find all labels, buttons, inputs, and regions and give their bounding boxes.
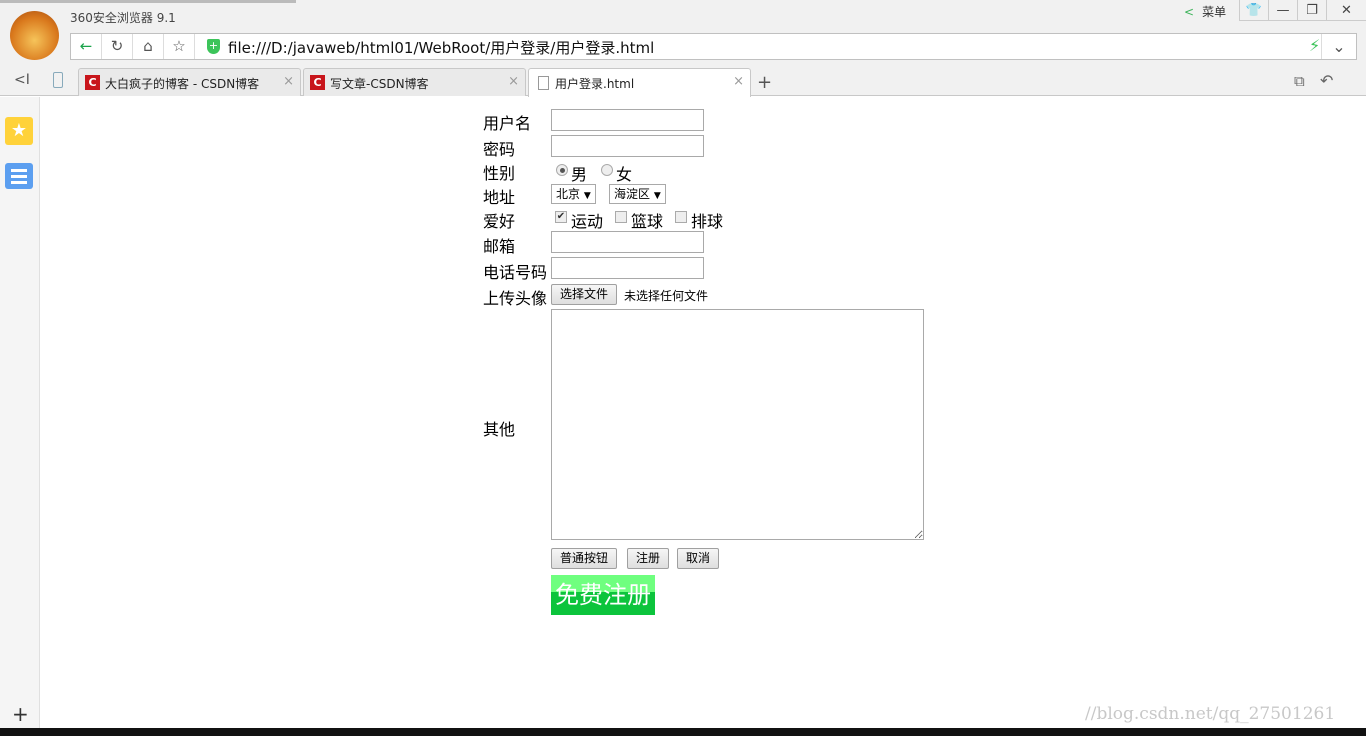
- bookmark-star-icon[interactable]: ☆: [164, 34, 195, 59]
- tab-write-article[interactable]: C 写文章-CSDN博客 ×: [303, 68, 526, 96]
- hobby-sports-label: 运动: [571, 212, 604, 231]
- tab-label: 用户登录.html: [555, 77, 635, 91]
- gender-male-radio[interactable]: [556, 164, 568, 176]
- hobby-label: 爱好: [483, 212, 516, 231]
- tab-csdn-blog[interactable]: C 大白疯子的博客 - CSDN博客 ×: [78, 68, 301, 96]
- window-shadow: [0, 0, 296, 3]
- mobile-icon[interactable]: [53, 72, 63, 88]
- navigation-bar: ← ↻ ⌂ ☆ + file:///D:/javaweb/html01/WebR…: [70, 33, 1357, 60]
- favorites-star-icon[interactable]: ★: [5, 117, 33, 145]
- city-value: 北京: [556, 187, 581, 201]
- cancel-button[interactable]: 取消: [677, 548, 720, 569]
- speed-mode-icon[interactable]: ⚡: [1309, 36, 1320, 55]
- undo-close-icon[interactable]: ↶: [1320, 71, 1333, 90]
- app-title: 360安全浏览器 9.1: [70, 11, 176, 25]
- taskbar: [0, 728, 1366, 736]
- address-label: 地址: [483, 188, 516, 207]
- watermark: //blog.csdn.net/qq_27501261: [1085, 704, 1336, 724]
- username-input[interactable]: [551, 109, 704, 131]
- close-tab-icon[interactable]: ×: [283, 74, 294, 89]
- new-tab-icon[interactable]: +: [757, 72, 772, 93]
- close-tab-icon[interactable]: ×: [508, 74, 519, 89]
- minimize-button[interactable]: —: [1268, 0, 1297, 21]
- reading-list-icon[interactable]: [5, 163, 33, 189]
- csdn-icon: C: [85, 75, 100, 90]
- city-select[interactable]: 北京 ▼: [551, 184, 596, 204]
- gender-female-radio[interactable]: [601, 164, 613, 176]
- password-input[interactable]: [551, 135, 704, 157]
- other-label: 其他: [483, 420, 516, 439]
- username-label: 用户名: [483, 114, 532, 133]
- hobby-basketball-checkbox[interactable]: [615, 211, 627, 223]
- user-avatar[interactable]: [10, 11, 59, 60]
- hobby-volleyball-label: 排球: [691, 212, 724, 231]
- chevron-left-icon: <: [1184, 5, 1195, 19]
- add-sidebar-icon[interactable]: +: [12, 702, 29, 726]
- phone-input[interactable]: [551, 257, 704, 279]
- csdn-icon: C: [310, 75, 325, 90]
- normal-button[interactable]: 普通按钮: [551, 548, 618, 569]
- gender-male-label: 男: [571, 165, 588, 184]
- gender-label: 性别: [483, 164, 516, 183]
- email-input[interactable]: [551, 231, 704, 253]
- menu-button[interactable]: < 菜单: [1184, 3, 1226, 20]
- security-shield-icon: +: [207, 39, 220, 54]
- address-bar[interactable]: file:///D:/javaweb/html01/WebRoot/用户登录/用…: [228, 37, 654, 58]
- tab-list-icon[interactable]: ⧉: [1294, 72, 1305, 90]
- phone-label: 电话号码: [483, 263, 548, 282]
- choose-file-button[interactable]: 选择文件: [551, 284, 618, 305]
- dropdown-arrow-icon: ▼: [583, 191, 591, 201]
- close-button[interactable]: ✕: [1326, 0, 1366, 21]
- reload-icon[interactable]: ↻: [102, 34, 133, 59]
- hobby-basketball-label: 篮球: [631, 212, 664, 231]
- dropdown-arrow-icon: ▼: [653, 191, 661, 201]
- sidebar-toggle-icon[interactable]: <I: [14, 72, 30, 88]
- tab-label: 写文章-CSDN博客: [330, 77, 429, 91]
- back-icon[interactable]: ←: [71, 34, 102, 59]
- close-tab-icon[interactable]: ×: [733, 74, 744, 89]
- password-label: 密码: [483, 140, 516, 159]
- district-value: 海淀区: [614, 187, 651, 201]
- email-label: 邮箱: [483, 237, 516, 256]
- other-textarea[interactable]: [551, 309, 924, 540]
- free-register-image-button[interactable]: 免费注册: [551, 575, 655, 615]
- skin-icon[interactable]: 👕: [1239, 0, 1268, 21]
- maximize-button[interactable]: ❐: [1297, 0, 1326, 21]
- hobby-volleyball-checkbox[interactable]: [675, 211, 687, 223]
- file-status: 未选择任何文件: [624, 289, 709, 303]
- tab-user-login[interactable]: 用户登录.html ×: [528, 68, 751, 97]
- register-button[interactable]: 注册: [627, 548, 670, 569]
- menu-label: 菜单: [1202, 5, 1227, 19]
- tab-label: 大白疯子的博客 - CSDN博客: [105, 77, 260, 91]
- avatar-upload-label: 上传头像: [483, 289, 548, 308]
- gender-female-label: 女: [616, 165, 633, 184]
- sidebar: [0, 97, 40, 728]
- chevron-down-icon[interactable]: ⌄: [1321, 34, 1356, 59]
- district-select[interactable]: 海淀区 ▼: [609, 184, 666, 204]
- home-icon[interactable]: ⌂: [133, 34, 164, 59]
- hobby-sports-checkbox[interactable]: ✔: [555, 211, 567, 223]
- document-icon: [538, 76, 549, 90]
